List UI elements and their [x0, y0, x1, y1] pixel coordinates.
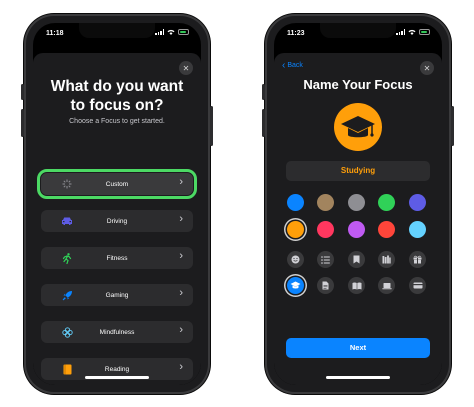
focus-row-custom[interactable]: Custom › [37, 169, 197, 199]
graduation-cap-icon[interactable] [287, 277, 304, 294]
phone-right: 11:23 ‹ Back ✕ Name Your Focus Studying … [262, 14, 454, 394]
document-icon[interactable] [317, 277, 334, 294]
list-icon[interactable] [317, 251, 334, 268]
color-swatch-pink[interactable] [317, 221, 334, 238]
focus-row-mindfulness[interactable]: Mindfulness › [41, 321, 193, 343]
color-swatch-teal[interactable] [409, 221, 426, 238]
back-button[interactable]: ‹ Back [282, 60, 303, 71]
name-focus-sheet: ‹ Back ✕ Name Your Focus Studying Next [274, 53, 442, 385]
volume-button [21, 109, 24, 137]
color-swatch-orange[interactable] [287, 221, 304, 238]
status-time: 11:18 [46, 30, 64, 37]
side-button [451, 106, 454, 146]
smiley-icon[interactable] [287, 251, 304, 268]
focus-row-label: Reading [104, 365, 130, 373]
color-swatch-green[interactable] [378, 194, 395, 211]
focus-row-label: Custom [105, 180, 129, 188]
page-title: Name Your Focus [303, 77, 413, 92]
focus-row-label: Mindfulness [99, 328, 135, 336]
focus-row-gaming[interactable]: Gaming › [41, 284, 193, 306]
chevron-right-icon: › [179, 324, 183, 336]
focus-row-fitness[interactable]: Fitness › [41, 247, 193, 269]
screen-right: 11:23 ‹ Back ✕ Name Your Focus Studying … [274, 23, 442, 385]
back-label: Back [287, 62, 303, 69]
graduation-cap-icon [341, 116, 375, 138]
close-button[interactable]: ✕ [420, 61, 434, 75]
battery-icon [419, 29, 430, 35]
focus-icon-preview [334, 103, 382, 151]
signal-icon [396, 29, 405, 35]
home-indicator[interactable] [326, 376, 390, 379]
color-swatch-purple[interactable] [348, 221, 365, 238]
focus-row-label: Gaming [105, 291, 129, 299]
signal-icon [155, 29, 164, 35]
chevron-left-icon: ‹ [282, 60, 286, 71]
focus-row-driving[interactable]: Driving › [41, 210, 193, 232]
page-title: What do you want to focus on? [33, 77, 201, 115]
next-button[interactable]: Next [286, 338, 430, 358]
focus-name-input[interactable]: Studying [286, 161, 430, 181]
bookmark-icon[interactable] [348, 251, 365, 268]
chevron-right-icon: › [179, 250, 183, 262]
chevron-right-icon: › [179, 361, 183, 373]
status-bar: 11:18 [33, 23, 201, 41]
status-bar: 11:23 [274, 23, 442, 41]
volume-button [262, 109, 265, 137]
wifi-icon [167, 29, 175, 35]
gift-icon[interactable] [409, 251, 426, 268]
focus-row-label: Fitness [106, 254, 128, 262]
chevron-right-icon: › [179, 287, 183, 299]
volume-button [262, 84, 265, 100]
color-swatch-gray[interactable] [348, 194, 365, 211]
volume-button [21, 84, 24, 100]
color-swatch-blue[interactable] [287, 194, 304, 211]
focus-sheet: ✕ What do you want to focus on? Choose a… [33, 53, 201, 385]
color-swatch-indigo[interactable] [409, 194, 426, 211]
card-icon[interactable] [409, 277, 426, 294]
battery-icon [178, 29, 189, 35]
page-title-line2: to focus on? [70, 97, 164, 114]
subtitle: Choose a Focus to get started. [69, 118, 165, 125]
side-button [210, 106, 213, 146]
books-icon[interactable] [378, 251, 395, 268]
laptop-icon[interactable] [378, 277, 395, 294]
open-book-icon[interactable] [348, 277, 365, 294]
wifi-icon [408, 29, 416, 35]
page-title-line1: What do you want [50, 78, 184, 95]
color-swatch-red[interactable] [378, 221, 395, 238]
color-swatch-brown[interactable] [317, 194, 334, 211]
close-button[interactable]: ✕ [179, 61, 193, 75]
chevron-right-icon: › [179, 176, 183, 188]
chevron-right-icon: › [179, 213, 183, 225]
focus-row-label: Driving [106, 217, 128, 225]
home-indicator[interactable] [85, 376, 149, 379]
status-time: 11:23 [287, 30, 305, 37]
screen-left: 11:18 ✕ What do you want to focus on? Ch… [33, 23, 201, 385]
phone-left: 11:18 ✕ What do you want to focus on? Ch… [21, 14, 213, 394]
